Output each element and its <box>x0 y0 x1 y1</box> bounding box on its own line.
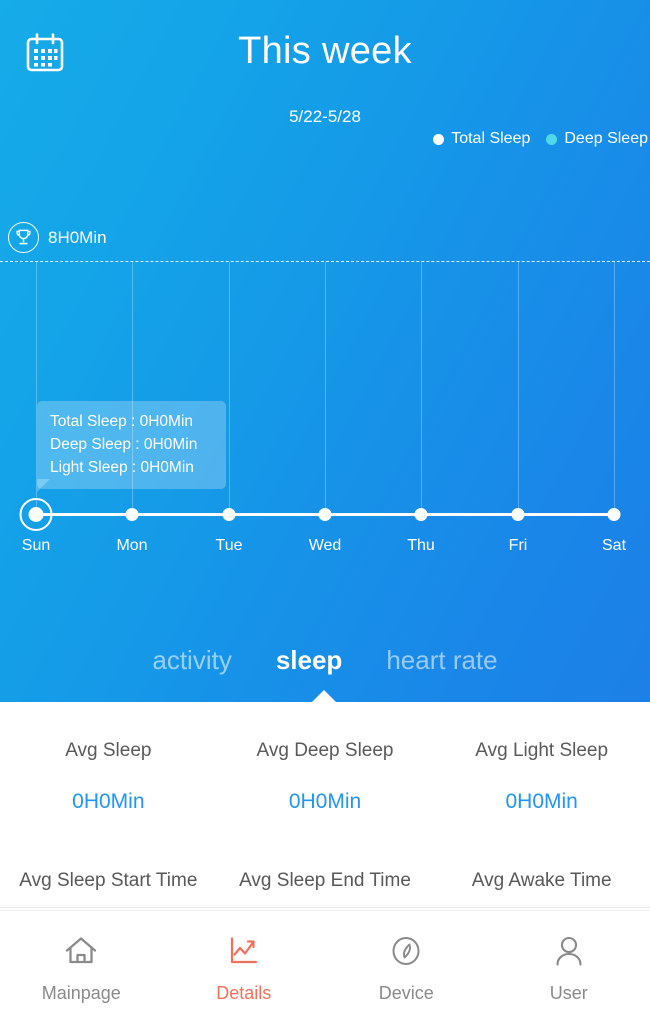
nav-label: User <box>549 982 588 1003</box>
nav-label: Details <box>216 982 272 1003</box>
stat-label: Avg Awake Time <box>471 870 612 891</box>
tab-sleep[interactable]: sleep <box>254 645 365 676</box>
axis-label-tue: Tue <box>215 537 243 554</box>
stat-label: Avg Deep Sleep <box>256 740 394 761</box>
data-point-mon[interactable] <box>125 508 139 521</box>
bottom-navigation-bar: Mainpage Details Device User <box>0 910 650 1024</box>
data-point-wed[interactable] <box>318 508 332 521</box>
legend-item-total-sleep: Total Sleep <box>433 130 530 148</box>
stat-avg-deep-sleep: Avg Deep Sleep 0H0Min <box>217 740 434 814</box>
tooltip-row-total-sleep: Total Sleep : 0H0Min <box>50 413 194 430</box>
page-title: This week <box>238 30 412 72</box>
stat-avg-sleep-start-time: Avg Sleep Start Time <box>0 870 217 892</box>
legend-label: Total Sleep <box>451 130 531 147</box>
stat-value: 0H0Min <box>72 790 145 813</box>
compass-icon <box>389 932 423 970</box>
tooltip-row-deep-sleep: Deep Sleep : 0H0Min <box>50 436 198 453</box>
nav-item-details[interactable]: Details <box>163 932 326 1004</box>
stat-label: Avg Sleep End Time <box>239 870 411 891</box>
data-point-tooltip: Total Sleep : 0H0Min Deep Sleep : 0H0Min… <box>37 401 226 489</box>
tab-heart-rate[interactable]: heart rate <box>364 645 519 676</box>
stats-row-times: Avg Sleep Start Time Avg Sleep End Time … <box>0 814 650 892</box>
nav-item-device[interactable]: Device <box>325 932 488 1004</box>
sleep-details-screen: This week 5/22-5/28 Total Sleep Deep Sle… <box>0 0 650 1024</box>
axis-label-thu: Thu <box>407 537 435 554</box>
nav-item-mainpage[interactable]: Mainpage <box>0 932 163 1004</box>
stat-value: 0H0Min <box>505 790 578 813</box>
nav-label: Mainpage <box>41 982 121 1003</box>
gridline <box>325 262 326 515</box>
axis-label-sat: Sat <box>601 537 627 554</box>
axis-label-sun: Sun <box>21 537 51 554</box>
axis-label-wed: Wed <box>308 537 342 554</box>
axis-label-mon: Mon <box>116 537 148 554</box>
person-icon <box>552 932 586 970</box>
data-point-sun[interactable] <box>28 507 44 522</box>
chart-legend: Total Sleep Deep Sleep <box>433 130 648 148</box>
tooltip-row-light-sleep: Light Sleep : 0H0Min <box>50 459 194 476</box>
stat-avg-sleep-end-time: Avg Sleep End Time <box>217 870 434 892</box>
nav-label: Device <box>378 982 434 1003</box>
sleep-goal-label: 8H0Min <box>48 227 107 247</box>
stat-label: Avg Sleep Start Time <box>19 870 198 891</box>
data-point-fri[interactable] <box>511 508 525 521</box>
gridline <box>229 262 230 515</box>
data-point-thu[interactable] <box>414 508 428 521</box>
date-range-label: 5/22-5/28 <box>289 107 361 126</box>
stat-label: Avg Sleep <box>65 740 152 761</box>
stats-divider <box>0 907 650 908</box>
legend-item-deep-sleep: Deep Sleep <box>546 130 648 148</box>
gridline <box>421 262 422 515</box>
stat-value: 0H0Min <box>288 790 362 813</box>
active-tab-pointer <box>311 690 337 702</box>
tooltip-pointer <box>37 479 50 492</box>
legend-label: Deep Sleep <box>564 130 648 147</box>
chart-panel: This week 5/22-5/28 Total Sleep Deep Sle… <box>0 0 650 702</box>
data-point-sat[interactable] <box>607 508 621 521</box>
stat-avg-sleep: Avg Sleep 0H0Min <box>0 740 217 814</box>
nav-item-user[interactable]: User <box>488 932 650 1004</box>
line-chart-icon <box>227 932 261 970</box>
stats-row-averages: Avg Sleep 0H0Min Avg Deep Sleep 0H0Min A… <box>0 702 650 814</box>
stat-avg-light-sleep: Avg Light Sleep 0H0Min <box>433 740 650 814</box>
legend-dot-icon <box>433 133 445 145</box>
sleep-goal-marker: 8H0Min <box>8 222 107 253</box>
tab-activity[interactable]: activity <box>130 645 253 676</box>
data-point-tue[interactable] <box>222 508 236 521</box>
trophy-icon <box>8 222 39 253</box>
stat-label: Avg Light Sleep <box>475 740 609 761</box>
home-icon <box>64 932 98 970</box>
gridline <box>614 262 615 515</box>
gridline <box>518 262 519 515</box>
stat-avg-awake-time: Avg Awake Time <box>433 870 650 892</box>
axis-label-fri: Fri <box>508 537 528 554</box>
sleep-summary-stats: Avg Sleep 0H0Min Avg Deep Sleep 0H0Min A… <box>0 702 650 910</box>
legend-dot-icon <box>546 133 558 145</box>
